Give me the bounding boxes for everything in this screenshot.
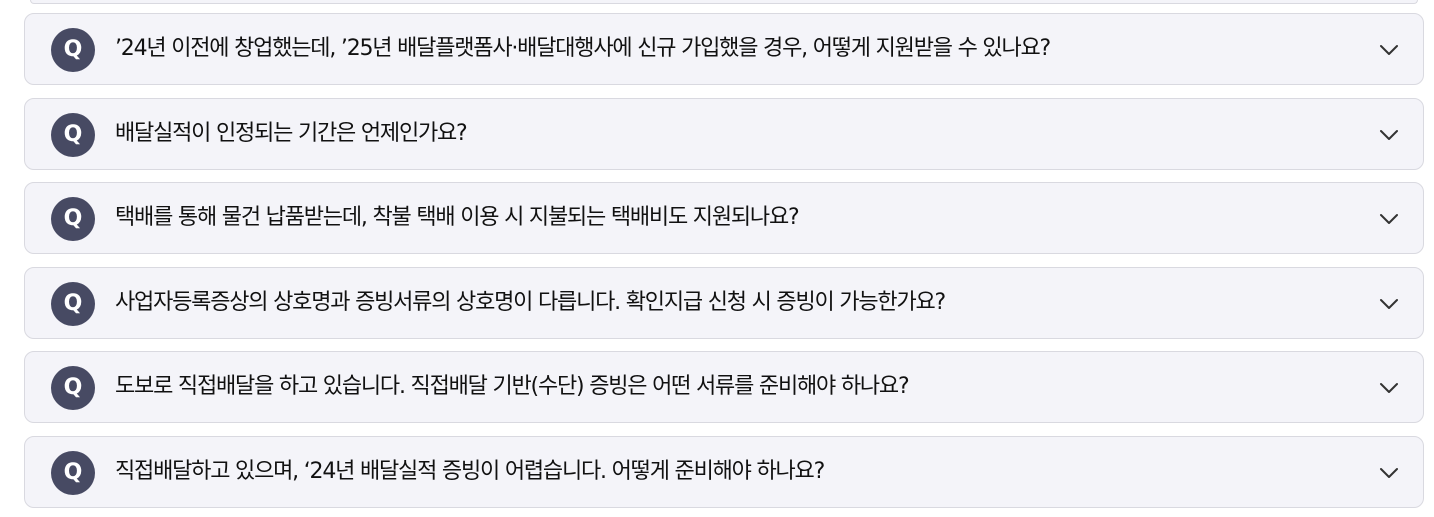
previous-item-edge xyxy=(30,0,1418,4)
faq-question[interactable]: 도보로 직접배달을 하고 있습니다. 직접배달 기반(수단) 증빙은 어떤 서류… xyxy=(115,352,910,422)
faq-item[interactable]: Q 사업자등록증상의 상호명과 증빙서류의 상호명이 다릅니다. 확인지급 신청… xyxy=(24,267,1424,339)
chevron-down-icon[interactable] xyxy=(1377,461,1401,485)
faq-item[interactable]: Q 직접배달하고 있으며, ‘24년 배달실적 증빙이 어렵습니다. 어떻게 준… xyxy=(24,436,1424,508)
faq-question[interactable]: 배달실적이 인정되는 기간은 언제인가요? xyxy=(115,99,468,169)
faq-item[interactable]: Q 택배를 통해 물건 납품받는데, 착불 택배 이용 시 지불되는 택배비도 … xyxy=(24,182,1424,254)
faq-question[interactable]: 사업자등록증상의 상호명과 증빙서류의 상호명이 다릅니다. 확인지급 신청 시… xyxy=(115,268,946,338)
q-badge: Q xyxy=(51,282,95,326)
faq-question[interactable]: 택배를 통해 물건 납품받는데, 착불 택배 이용 시 지불되는 택배비도 지원… xyxy=(115,183,800,253)
chevron-down-icon[interactable] xyxy=(1377,123,1401,147)
faq-list: Q ’24년 이전에 창업했는데, ’25년 배달플랫폼사·배달대행사에 신규 … xyxy=(0,0,1434,517)
chevron-down-icon[interactable] xyxy=(1377,376,1401,400)
faq-question[interactable]: 직접배달하고 있으며, ‘24년 배달실적 증빙이 어렵습니다. 어떻게 준비해… xyxy=(115,437,825,507)
q-badge: Q xyxy=(51,366,95,410)
faq-item[interactable]: Q ’24년 이전에 창업했는데, ’25년 배달플랫폼사·배달대행사에 신규 … xyxy=(24,13,1424,85)
faq-item[interactable]: Q 도보로 직접배달을 하고 있습니다. 직접배달 기반(수단) 증빙은 어떤 … xyxy=(24,351,1424,423)
chevron-down-icon[interactable] xyxy=(1377,292,1401,316)
chevron-down-icon[interactable] xyxy=(1377,38,1401,62)
faq-question[interactable]: ’24년 이전에 창업했는데, ’25년 배달플랫폼사·배달대행사에 신규 가입… xyxy=(115,14,1051,84)
faq-item[interactable]: Q 배달실적이 인정되는 기간은 언제인가요? xyxy=(24,98,1424,170)
q-badge: Q xyxy=(51,113,95,157)
q-badge: Q xyxy=(51,451,95,495)
chevron-down-icon[interactable] xyxy=(1377,207,1401,231)
q-badge: Q xyxy=(51,28,95,72)
q-badge: Q xyxy=(51,197,95,241)
